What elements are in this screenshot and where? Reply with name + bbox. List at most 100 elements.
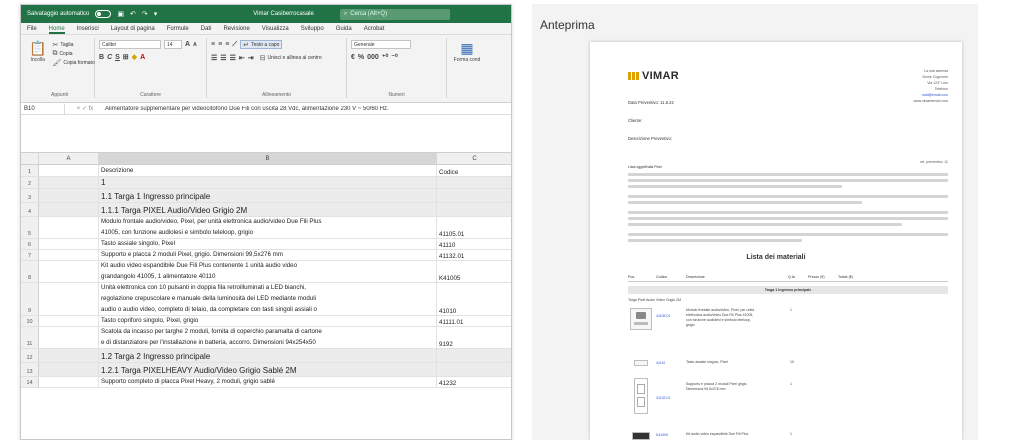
fx-icon[interactable]: × ✓ fx xyxy=(65,105,105,112)
name-box[interactable]: B10 xyxy=(21,103,65,114)
cell-a[interactable] xyxy=(39,316,99,326)
row-header[interactable]: 8 xyxy=(21,261,39,282)
preview-document[interactable]: VIMAR La mia azienda Nome Cognome Via 12… xyxy=(590,42,962,440)
grow-font-icon[interactable]: A xyxy=(185,41,190,48)
cell-a[interactable] xyxy=(39,189,99,202)
align-bottom-icon[interactable]: ≡ xyxy=(225,41,229,48)
cut-button[interactable]: ✂ Taglia xyxy=(49,40,76,49)
underline-icon[interactable]: S xyxy=(115,54,120,61)
fill-color-icon[interactable]: ◆ xyxy=(132,53,137,61)
cell-code[interactable]: 41232 xyxy=(437,377,511,387)
cell-description[interactable]: Kit audio video espandibile Due Fili Plu… xyxy=(99,261,437,282)
cell-a[interactable] xyxy=(39,250,99,260)
currency-icon[interactable]: € xyxy=(351,54,355,61)
tab-help[interactable]: Guida xyxy=(336,26,352,34)
cell-code[interactable]: 41110 xyxy=(437,239,511,249)
row-header[interactable]: 4 xyxy=(21,203,39,216)
row-header[interactable]: 6 xyxy=(21,239,39,249)
save-icon[interactable]: ▣ xyxy=(117,10,124,18)
cell-code[interactable] xyxy=(437,203,511,216)
indent-icon[interactable]: ⇤ xyxy=(239,54,245,62)
cell-description[interactable]: Modulo frontale audio/video, Pixel, per … xyxy=(99,217,437,238)
formula-bar-expanded[interactable] xyxy=(21,115,511,153)
cell-description[interactable]: 1.2 Targa 2 Ingresso principale xyxy=(99,349,437,362)
column-header-b[interactable]: B xyxy=(99,153,437,164)
align-left-icon[interactable]: ☰ xyxy=(211,54,217,62)
paste-button[interactable]: 📋 Incolla xyxy=(29,40,46,67)
row-header[interactable]: 5 xyxy=(21,217,39,238)
shrink-font-icon[interactable]: A xyxy=(193,42,197,48)
cell-code[interactable]: 41132.01 xyxy=(437,250,511,260)
tab-data[interactable]: Dati xyxy=(201,26,212,34)
tab-view[interactable]: Visualizza xyxy=(262,26,289,34)
align-top-icon[interactable]: ≡ xyxy=(211,41,215,48)
select-all-corner[interactable] xyxy=(21,153,39,164)
cell-code[interactable]: 41105.01 xyxy=(437,217,511,238)
tab-review[interactable]: Revisione xyxy=(223,26,249,34)
chevron-down-icon[interactable]: ▾ xyxy=(154,10,158,18)
percent-icon[interactable]: % xyxy=(358,54,364,61)
cell-code[interactable] xyxy=(437,177,511,188)
cell-code[interactable]: Codice xyxy=(437,165,511,176)
cell-description[interactable]: Descrizione xyxy=(99,165,437,176)
autosave-toggle[interactable] xyxy=(95,10,112,18)
cell-a[interactable] xyxy=(39,349,99,362)
decrease-decimal-icon[interactable]: ⁻⁰ xyxy=(391,53,398,61)
cell-description[interactable]: 1 xyxy=(99,177,437,188)
cell-description[interactable]: Supporto e placca 2 moduli Pixel, grigio… xyxy=(99,250,437,260)
row-header[interactable]: 12 xyxy=(21,349,39,362)
align-right-icon[interactable]: ☰ xyxy=(230,54,236,62)
cell-a[interactable] xyxy=(39,177,99,188)
search-box[interactable]: ⌕ Cerca (Alt+Q) xyxy=(339,8,450,20)
cell-code[interactable] xyxy=(437,189,511,202)
format-painter-button[interactable]: 🖌 Copia formato xyxy=(49,58,97,67)
tab-file[interactable]: File xyxy=(27,26,37,34)
cell-description[interactable]: 1.1.1 Targa PIXEL Audio/Video Grigio 2M xyxy=(99,203,437,216)
borders-icon[interactable]: ⊞ xyxy=(123,53,129,61)
tab-formulas[interactable]: Formule xyxy=(167,26,189,34)
cell-a[interactable] xyxy=(39,239,99,249)
comma-icon[interactable]: 000 xyxy=(367,54,379,61)
copy-button[interactable]: ⧉ Copia xyxy=(49,49,75,58)
column-header-c[interactable]: C xyxy=(437,153,511,164)
cell-code[interactable]: K41005 xyxy=(437,261,511,282)
font-size-select[interactable]: 14 xyxy=(164,40,182,49)
row-header[interactable]: 9 xyxy=(21,283,39,315)
increase-decimal-icon[interactable]: ⁺⁰ xyxy=(382,53,389,61)
cell-description[interactable]: Scatola da incasso per targhe 2 moduli, … xyxy=(99,327,437,348)
undo-icon[interactable]: ↶ xyxy=(130,10,136,18)
cell-code[interactable]: 41010 xyxy=(437,283,511,315)
cell-description[interactable]: 1.2.1 Targa PIXELHEAVY Audio/Video Grigi… xyxy=(99,363,437,376)
tab-home[interactable]: Home xyxy=(48,26,65,34)
cell-description[interactable]: Tasto copriforo singolo, Pixel, grigio xyxy=(99,316,437,326)
conditional-format-button[interactable]: ▦ Forma cond xyxy=(451,40,483,63)
cell-code[interactable]: 41111.01 xyxy=(437,316,511,326)
align-middle-icon[interactable]: ≡ xyxy=(218,41,222,48)
row-header[interactable]: 7 xyxy=(21,250,39,260)
row-header[interactable]: 10 xyxy=(21,316,39,326)
cell-description[interactable]: Unità elettronica con 10 pulsanti in dop… xyxy=(99,283,437,315)
align-center-icon[interactable]: ☰ xyxy=(220,54,226,62)
column-header-a[interactable]: A xyxy=(39,153,99,164)
outdent-icon[interactable]: ⇥ xyxy=(248,54,254,62)
wrap-text-button[interactable]: ↵ Testo a capo xyxy=(240,40,283,49)
row-header[interactable]: 13 xyxy=(21,363,39,376)
cell-a[interactable] xyxy=(39,165,99,176)
cell-a[interactable] xyxy=(39,261,99,282)
cell-a[interactable] xyxy=(39,363,99,376)
tab-acrobat[interactable]: Acrobat xyxy=(364,26,385,34)
cell-a[interactable] xyxy=(39,283,99,315)
merge-center-button[interactable]: ⊟ Unisci e allinea al centro xyxy=(257,53,325,62)
font-color-icon[interactable]: A xyxy=(140,54,145,61)
cell-code[interactable] xyxy=(437,349,511,362)
cell-a[interactable] xyxy=(39,377,99,387)
italic-icon[interactable]: C xyxy=(107,54,112,61)
cell-description[interactable]: Tasto assiale singolo, Pixel xyxy=(99,239,437,249)
cell-a[interactable] xyxy=(39,217,99,238)
tab-developer[interactable]: Sviluppo xyxy=(301,26,324,34)
orientation-icon[interactable]: ⟋ xyxy=(232,41,237,49)
formula-input[interactable]: Alimentatore supplementare per videocito… xyxy=(105,106,511,112)
number-format-select[interactable]: Generale xyxy=(351,40,411,49)
document-title[interactable]: Vimar Casiberrocasale xyxy=(253,11,314,17)
cell-code[interactable]: 9192 xyxy=(437,327,511,348)
